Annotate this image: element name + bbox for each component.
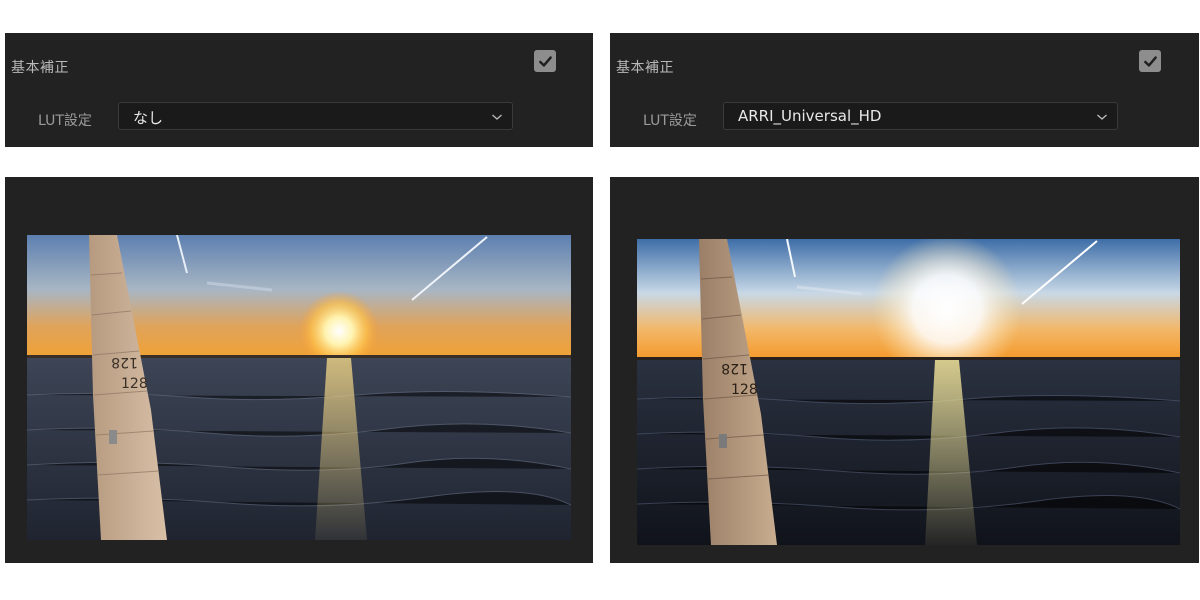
- lut-label: LUT設定: [643, 113, 697, 129]
- basic-correction-panel-left: 基本補正 LUT設定 なし: [5, 33, 593, 147]
- chevron-down-icon: [1097, 114, 1107, 120]
- photo-graphic: 128 128: [27, 235, 571, 540]
- checkmark-icon: [538, 55, 552, 67]
- sail-number: 128: [731, 382, 758, 398]
- lut-select[interactable]: ARRI_Universal_HD: [723, 102, 1118, 130]
- lut-select-value: ARRI_Universal_HD: [738, 107, 882, 125]
- enable-checkbox[interactable]: [534, 50, 556, 72]
- sunset-sailboat-photo: 128 128: [27, 235, 571, 540]
- sail-number: 128: [721, 360, 748, 376]
- section-title: 基本補正: [616, 60, 674, 76]
- lut-label: LUT設定: [38, 113, 92, 129]
- chevron-down-icon: [492, 114, 502, 120]
- basic-correction-panel-right: 基本補正 LUT設定 ARRI_Universal_HD: [610, 33, 1199, 147]
- preview-panel-left: 128 128: [5, 177, 593, 563]
- sail-number: 128: [121, 376, 148, 392]
- enable-checkbox[interactable]: [1139, 50, 1161, 72]
- checkmark-icon: [1143, 55, 1157, 67]
- lut-select-value: なし: [133, 109, 164, 127]
- section-title: 基本補正: [11, 60, 69, 76]
- photo-graphic: 128 128: [637, 239, 1180, 545]
- lut-select[interactable]: なし: [118, 102, 513, 130]
- preview-panel-right: 128 128: [610, 177, 1199, 563]
- sunset-sailboat-photo: 128 128: [637, 239, 1180, 545]
- sail-number: 128: [111, 354, 138, 370]
